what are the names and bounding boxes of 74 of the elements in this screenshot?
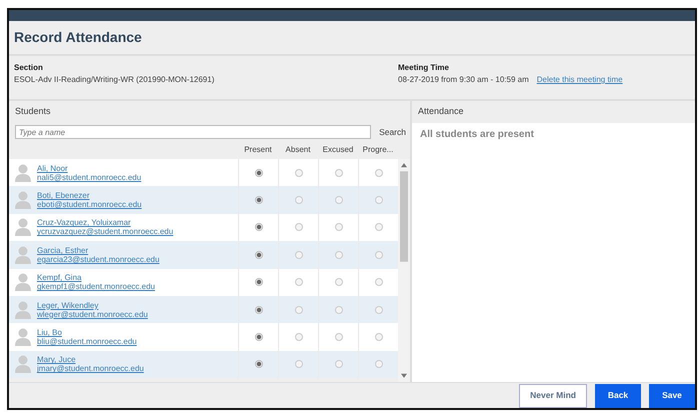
radio-button[interactable] <box>294 360 302 368</box>
radio-button[interactable] <box>254 223 262 232</box>
attendance-message: All students are present <box>419 128 535 142</box>
radio-button[interactable] <box>254 196 262 204</box>
student-email-link[interactable]: jmary@student.monroecc.edu <box>37 364 144 374</box>
radio-button[interactable] <box>254 168 262 177</box>
radio-button[interactable] <box>334 250 342 259</box>
radio-button[interactable] <box>254 306 262 314</box>
student-email-link[interactable]: gkempf1@student.monroecc.edu <box>37 282 155 292</box>
meeting-time-label: Meeting Time <box>398 62 450 74</box>
avatar-icon <box>15 164 31 182</box>
radio-button[interactable] <box>334 223 342 232</box>
avatar-icon <box>15 355 31 374</box>
student-email-link[interactable]: egarcia23@student.monroecc.edu <box>37 254 160 264</box>
student-name-link[interactable]: Cruz-Vazquez, Yoluixamar <box>37 218 174 228</box>
avatar-icon <box>15 191 31 210</box>
radio-button[interactable] <box>254 360 262 368</box>
student-name-link[interactable]: Liu, Bo <box>37 328 137 338</box>
dialog-button[interactable]: Back <box>595 384 641 408</box>
radio-button[interactable] <box>254 333 262 342</box>
section-label: Section <box>14 62 44 74</box>
student-email-link[interactable]: wleger@student.monroecc.edu <box>37 310 148 319</box>
student-name-link[interactable]: Boti, Ebenezer <box>37 191 142 200</box>
avatar-icon <box>15 328 31 346</box>
student-name-link[interactable]: Leger, Wikendley <box>37 300 148 310</box>
radio-button[interactable] <box>374 250 382 259</box>
radio-button[interactable] <box>294 250 302 259</box>
student-email-link[interactable]: ycruzvazquez@student.monroecc.edu <box>37 227 174 236</box>
radio-button[interactable] <box>334 278 342 286</box>
student-email-link[interactable]: nali5@student.monroecc.edu <box>37 172 142 182</box>
column-header: Absent <box>284 144 312 156</box>
radio-button[interactable] <box>334 196 342 204</box>
radio-button[interactable] <box>294 196 302 204</box>
radio-button[interactable] <box>334 360 342 368</box>
column-header: Progre... <box>362 144 394 156</box>
avatar-icon <box>15 218 31 236</box>
radio-button[interactable] <box>374 196 382 204</box>
radio-button[interactable] <box>374 223 382 232</box>
avatar-icon <box>15 300 31 319</box>
radio-button[interactable] <box>374 168 382 177</box>
radio-button[interactable] <box>334 168 342 177</box>
meeting-time-value: 08-27-2019 from 9:30 am - 10:59 am <box>398 74 529 86</box>
panel-title: Attendance <box>418 105 464 118</box>
radio-button[interactable] <box>294 278 302 286</box>
avatar-icon <box>15 273 31 292</box>
dialog-title: Record Attendance <box>14 28 142 47</box>
section-value: ESOL-Adv II-Reading/Writing-WR (201990-MON-12691) <box>14 74 216 86</box>
dialog-button[interactable]: Save <box>649 384 695 408</box>
radio-button[interactable] <box>374 306 382 314</box>
student-email-link[interactable]: bliu@student.monroecc.edu <box>37 337 137 346</box>
column-header: Excused <box>322 144 354 156</box>
search-button[interactable]: Search <box>377 126 408 138</box>
radio-button[interactable] <box>374 360 382 368</box>
radio-button[interactable] <box>254 250 262 259</box>
avatar-icon <box>15 246 31 264</box>
student-name-link[interactable]: Ali, Noor <box>37 164 142 173</box>
radio-button[interactable] <box>334 333 342 342</box>
radio-button[interactable] <box>294 306 302 314</box>
student-name-link[interactable]: Garcia, Esther <box>37 246 160 255</box>
radio-button[interactable] <box>294 223 302 232</box>
panel-title: Students <box>15 105 51 118</box>
student-name-link[interactable]: Kempf, Gina <box>37 273 155 282</box>
radio-button[interactable] <box>294 168 302 177</box>
radio-button[interactable] <box>374 333 382 342</box>
delete-meeting-link[interactable]: Delete this meeting time <box>536 74 623 86</box>
student-email-link[interactable]: eboti@student.monroecc.edu <box>37 200 142 210</box>
student-name-link[interactable]: Mary, Juce <box>37 355 144 364</box>
radio-button[interactable] <box>254 278 262 286</box>
radio-button[interactable] <box>334 306 342 314</box>
radio-button[interactable] <box>294 333 302 342</box>
dialog-button[interactable]: Never Mind <box>519 384 587 408</box>
search-field[interactable]: Type a name <box>15 125 372 139</box>
radio-button[interactable] <box>374 278 382 286</box>
column-header: Present <box>243 144 273 156</box>
